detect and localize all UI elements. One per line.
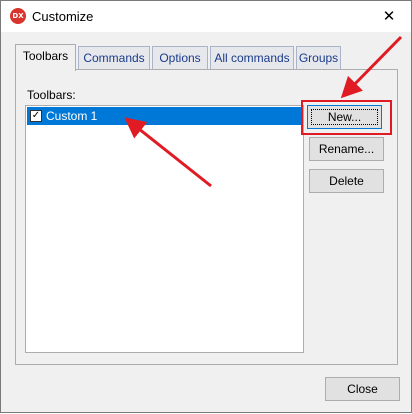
rename-button[interactable]: Rename... bbox=[309, 137, 384, 161]
list-item[interactable]: ✓ Custom 1 bbox=[27, 107, 302, 125]
checkbox-custom-1[interactable]: ✓ bbox=[30, 110, 42, 122]
new-button[interactable]: New... bbox=[307, 105, 382, 129]
close-button-label: Close bbox=[347, 382, 378, 396]
toolbars-listbox[interactable]: ✓ Custom 1 bbox=[25, 105, 304, 353]
new-button-label: New... bbox=[327, 110, 362, 124]
close-icon[interactable]: ✕ bbox=[368, 2, 410, 31]
dx-logo-icon: DX bbox=[10, 8, 26, 24]
rename-button-label: Rename... bbox=[318, 142, 375, 156]
list-item-label: Custom 1 bbox=[46, 109, 98, 123]
toolbars-list-label: Toolbars: bbox=[27, 88, 76, 102]
title-bar: DX Customize ✕ bbox=[1, 1, 411, 32]
delete-button-label: Delete bbox=[329, 174, 364, 188]
customize-dialog: DX Customize ✕ Toolbars Commands Options… bbox=[0, 0, 412, 413]
window-title: Customize bbox=[32, 9, 94, 24]
tab-commands[interactable]: Commands bbox=[78, 46, 150, 70]
tab-options[interactable]: Options bbox=[152, 46, 208, 70]
close-button[interactable]: Close bbox=[325, 377, 400, 401]
tab-groups[interactable]: Groups bbox=[296, 46, 341, 70]
tab-all-commands[interactable]: All commands bbox=[210, 46, 294, 70]
tab-toolbars[interactable]: Toolbars bbox=[15, 44, 76, 71]
delete-button[interactable]: Delete bbox=[309, 169, 384, 193]
